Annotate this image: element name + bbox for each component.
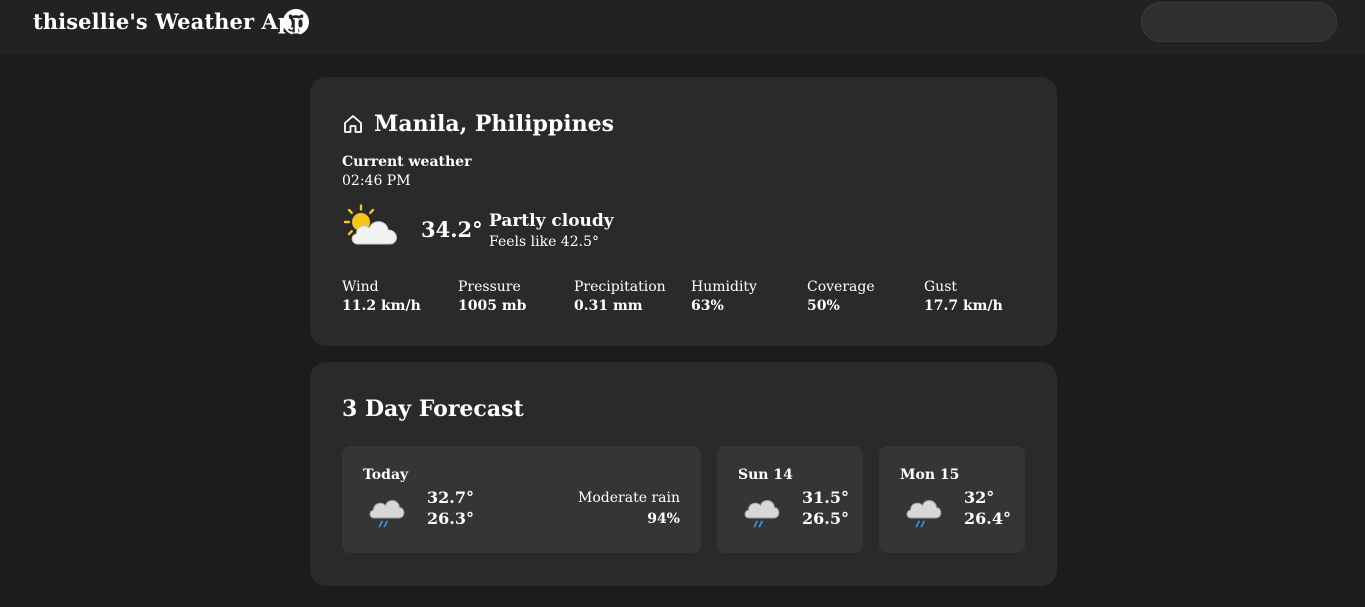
rain-cloud-icon xyxy=(369,500,405,528)
home-icon xyxy=(344,115,362,133)
stat-humidity: Humidity 63% xyxy=(691,278,801,316)
location-name: Manila, Philippines xyxy=(374,111,615,137)
forecast-day-today[interactable]: Today 32.7° 26.3° Moderate rain 94% xyxy=(342,446,701,553)
top-bar: thisellie's Weather App xyxy=(0,0,1365,54)
stat-label: Gust xyxy=(924,279,958,295)
current-weather-card: Manila, Philippines Current weather 02:4… xyxy=(310,77,1057,346)
forecast-day-name: Sun 14 xyxy=(738,467,793,483)
partly-cloudy-icon xyxy=(344,204,397,245)
forecast-condition: Moderate rain xyxy=(578,490,680,506)
search-input[interactable] xyxy=(1141,2,1337,42)
forecast-day-mon[interactable]: Mon 15 32° 26.4° xyxy=(879,446,1025,553)
forecast-day-sun[interactable]: Sun 14 31.5° 26.5° xyxy=(717,446,863,553)
forecast-low: 26.5° xyxy=(802,509,849,528)
forecast-day-name: Mon 15 xyxy=(900,467,960,483)
stat-value: 17.7 km/h xyxy=(924,298,1003,314)
rain-cloud-icon xyxy=(744,500,780,528)
forecast-card: 3 Day Forecast Today 32.7° 26.3° Moderat… xyxy=(310,362,1057,586)
stat-value: 0.31 mm xyxy=(574,298,643,314)
current-time: 02:46 PM xyxy=(342,173,411,189)
stat-wind: Wind 11.2 km/h xyxy=(342,278,452,316)
current-condition: Partly cloudy xyxy=(489,211,614,231)
forecast-title: 3 Day Forecast xyxy=(342,396,524,422)
stat-value: 11.2 km/h xyxy=(342,298,421,314)
rain-chance: 94% xyxy=(647,511,680,527)
stat-coverage: Coverage 50% xyxy=(807,278,917,316)
current-weather-label: Current weather xyxy=(342,154,472,170)
feels-like: Feels like 42.5° xyxy=(489,234,599,250)
stat-value: 50% xyxy=(807,298,840,314)
forecast-low: 26.4° xyxy=(964,509,1011,528)
stat-value: 1005 mb xyxy=(458,298,527,314)
forecast-low: 26.3° xyxy=(427,509,474,528)
forecast-high: 32° xyxy=(964,488,995,507)
rain-cloud-icon xyxy=(906,500,942,528)
stat-precipitation: Precipitation 0.31 mm xyxy=(574,278,684,316)
stat-label: Coverage xyxy=(807,279,875,295)
forecast-day-name: Today xyxy=(363,467,409,483)
stat-label: Pressure xyxy=(458,279,521,295)
stat-label: Humidity xyxy=(691,279,757,295)
app-title: thisellie's Weather App xyxy=(33,9,308,34)
stat-gust: Gust 17.7 km/h xyxy=(924,278,1034,316)
forecast-high: 31.5° xyxy=(802,488,849,507)
forecast-high: 32.7° xyxy=(427,488,474,507)
stat-label: Wind xyxy=(342,279,379,295)
current-temperature: 34.2° xyxy=(421,217,483,242)
github-icon[interactable] xyxy=(283,9,309,35)
stat-pressure: Pressure 1005 mb xyxy=(458,278,568,316)
stat-label: Precipitation xyxy=(574,279,666,295)
stat-value: 63% xyxy=(691,298,724,314)
